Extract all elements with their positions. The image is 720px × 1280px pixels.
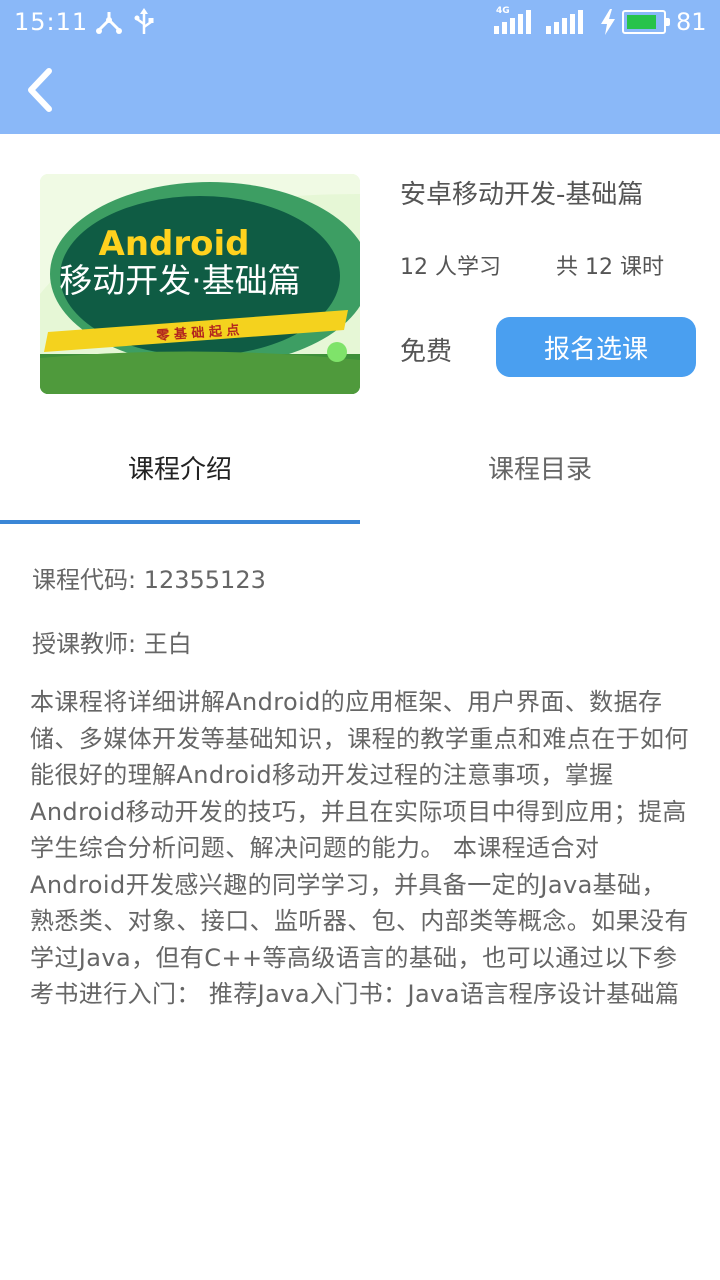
back-button[interactable] bbox=[16, 62, 64, 118]
cover-line2: 移动开发·基础篇 bbox=[59, 261, 301, 300]
course-cover-image: Android 移动开发·基础篇 零 基 础 起 点 bbox=[40, 174, 360, 394]
price-label: 免费 bbox=[400, 337, 453, 367]
usb-tether-icon bbox=[96, 10, 122, 40]
cover-line1: Android bbox=[99, 224, 250, 264]
lesson-count: 共 12 课时 bbox=[556, 255, 664, 280]
app-bar bbox=[0, 48, 720, 134]
chevron-left-icon bbox=[28, 68, 52, 112]
usb-icon bbox=[134, 8, 154, 40]
tab-course-catalog[interactable]: 课程目录 bbox=[360, 424, 720, 524]
course-code: 课程代码: 12355123 bbox=[32, 566, 266, 594]
course-title: 安卓移动开发-基础篇 bbox=[400, 180, 644, 210]
battery-fill bbox=[627, 15, 657, 29]
charging-icon bbox=[600, 9, 616, 39]
status-bar: 15:11 4G 81 bbox=[0, 0, 720, 48]
course-teacher: 授课教师: 王白 bbox=[32, 630, 192, 658]
signal-icon bbox=[546, 10, 586, 38]
tab-course-intro[interactable]: 课程介绍 bbox=[0, 424, 360, 524]
battery-icon bbox=[622, 10, 670, 34]
signal-4g-icon bbox=[494, 10, 534, 38]
student-count: 12 人学习 bbox=[400, 255, 501, 280]
battery-level: 81 bbox=[676, 8, 707, 36]
status-time: 15:11 bbox=[14, 8, 89, 36]
course-description: 本课程将详细讲解Android的应用框架、用户界面、数据存储、多媒体开发等基础知… bbox=[30, 688, 689, 1008]
enroll-button[interactable]: 报名选课 bbox=[496, 317, 696, 377]
active-tab-indicator bbox=[0, 520, 360, 524]
